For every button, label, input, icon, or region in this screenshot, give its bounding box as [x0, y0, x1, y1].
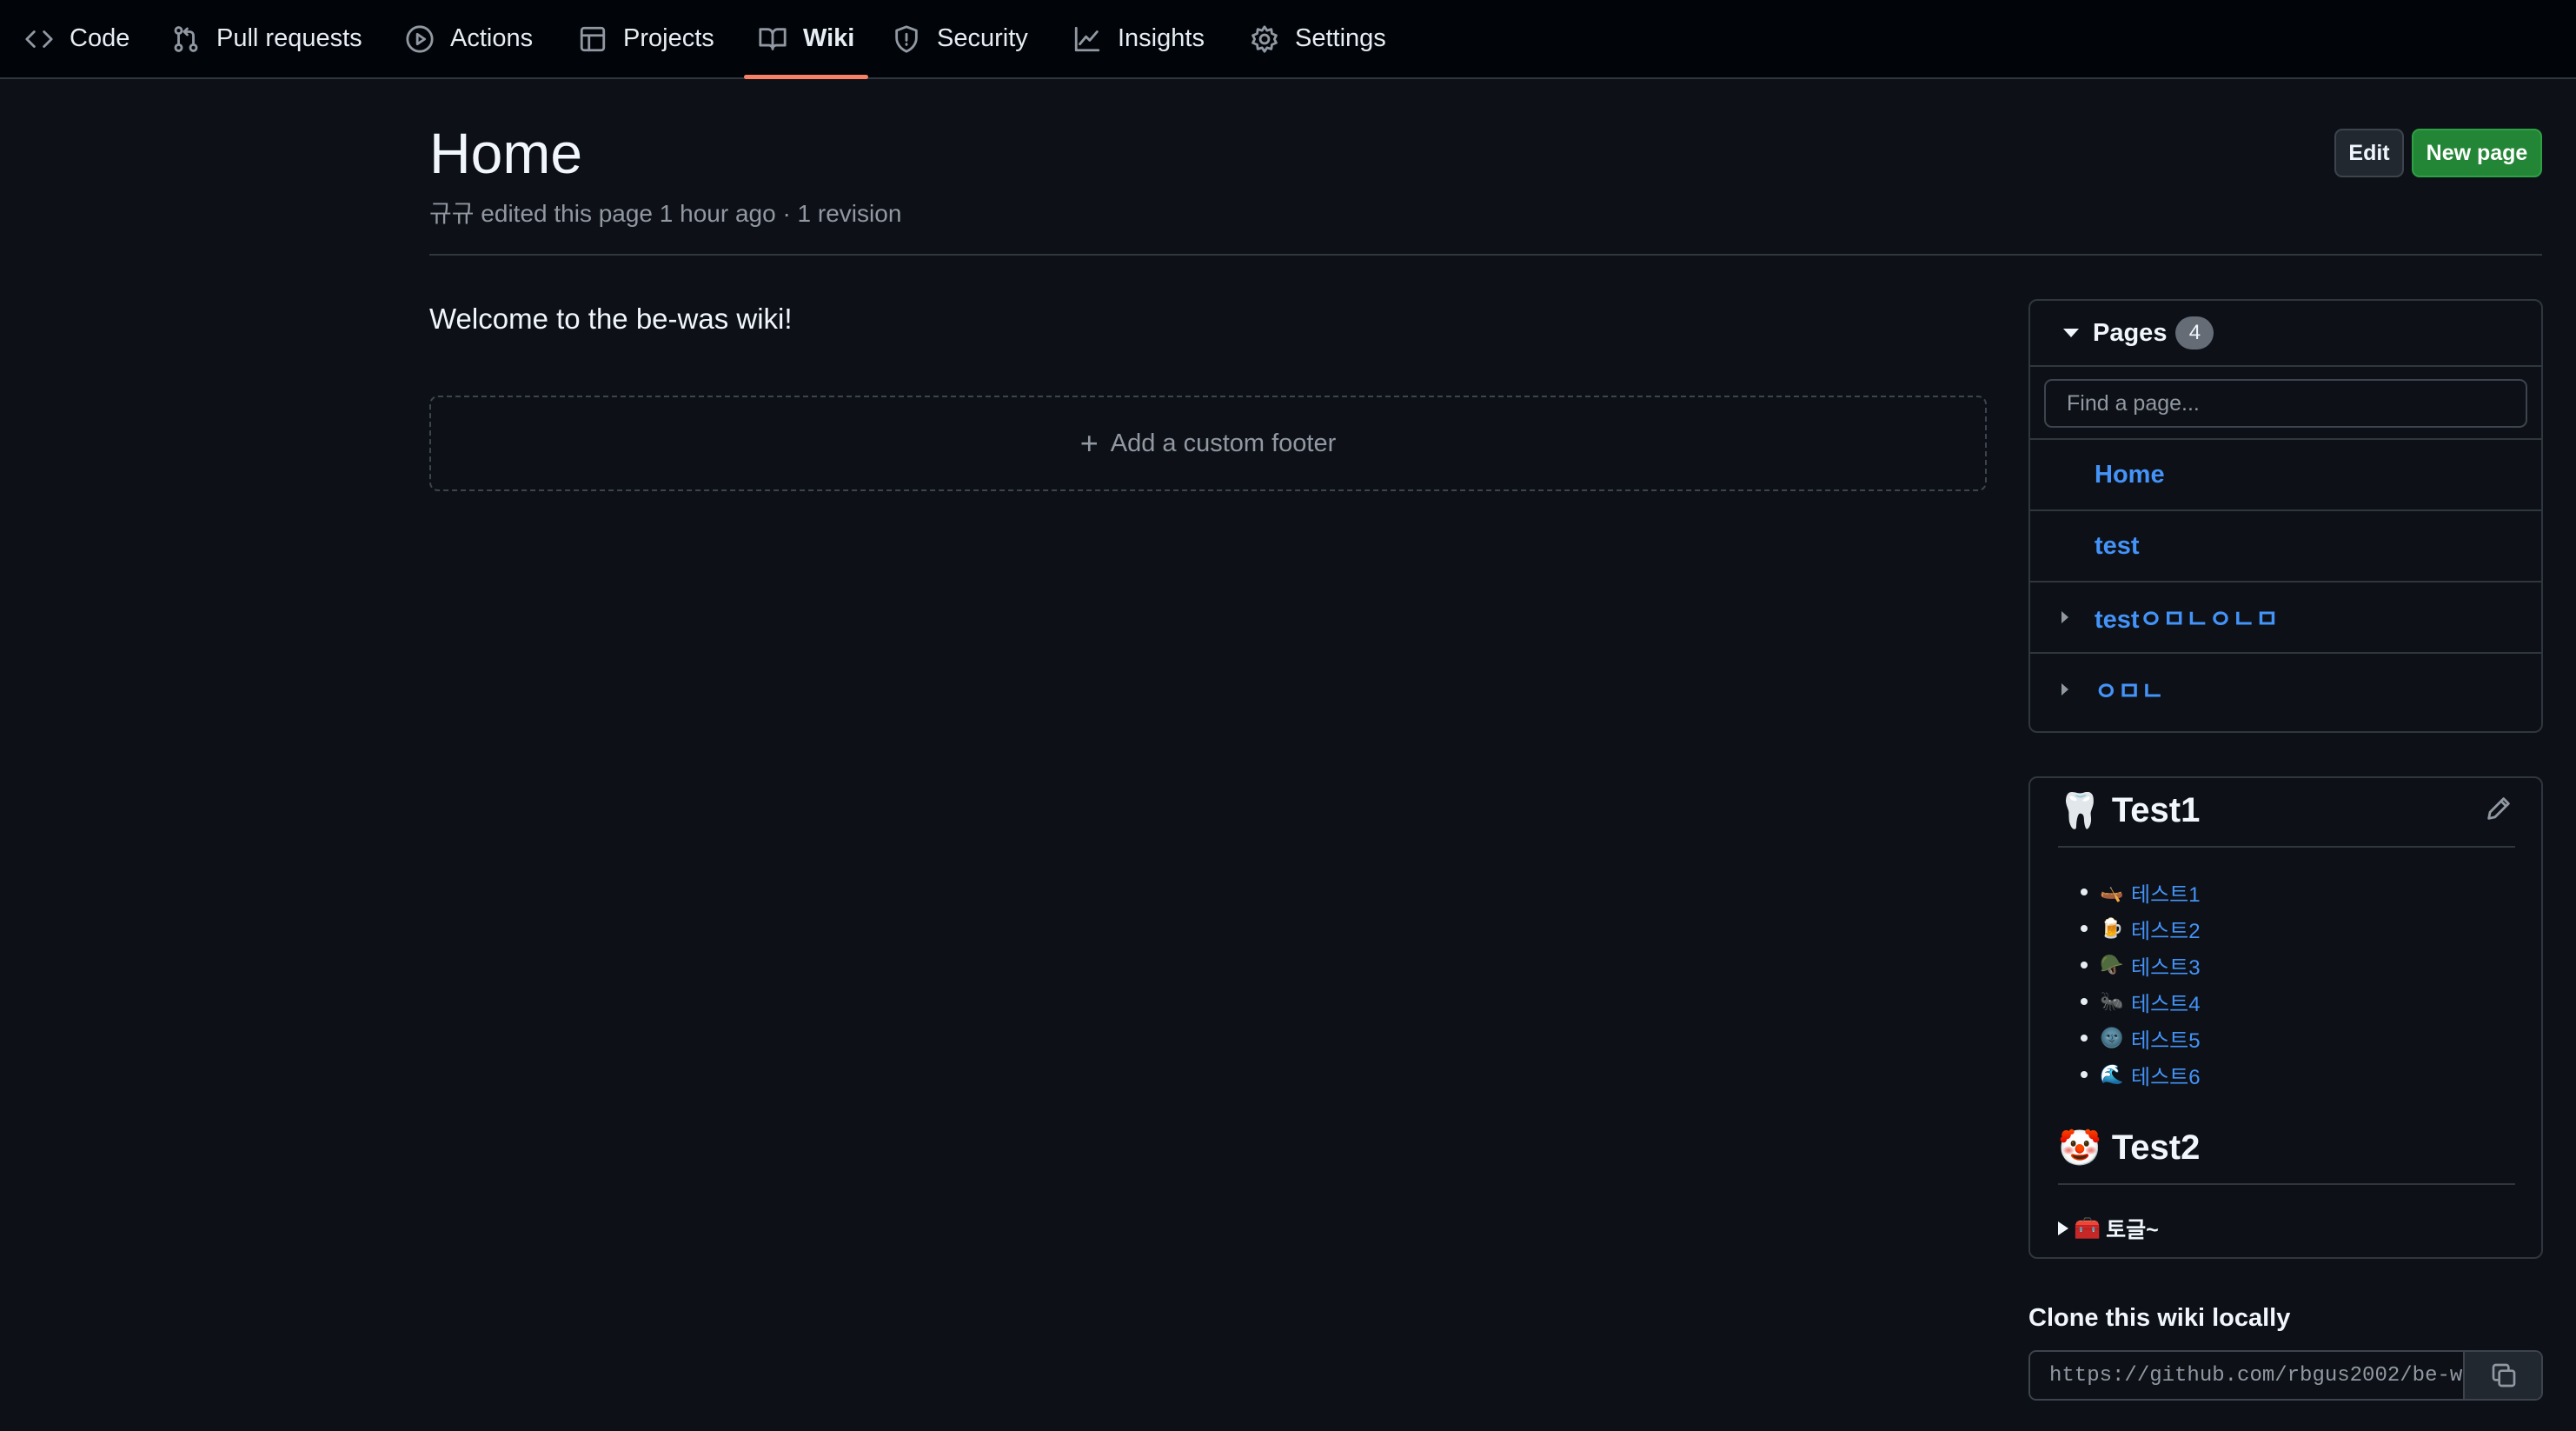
clone-title: Clone this wiki locally	[2028, 1304, 2291, 1332]
beer-emoji-icon: 🍺	[2100, 917, 2124, 939]
sidebar-link[interactable]: 테스트1	[2131, 877, 2201, 908]
tab-label: Settings	[1295, 24, 1386, 52]
copy-icon	[2492, 1363, 2516, 1388]
toggle-label: 토글~	[2106, 1218, 2159, 1242]
tooth-emoji-icon: 🦷	[2058, 792, 2101, 830]
edit-sidebar-pencil-icon[interactable]	[2484, 794, 2513, 823]
canoe-emoji-icon: 🛶	[2100, 881, 2124, 902]
page-item-test-korean: testㅇㅁㄴㅇㄴㅁ	[2030, 582, 2541, 654]
tab-wiki[interactable]: Wiki	[743, 0, 869, 79]
tab-label: Security	[937, 24, 1028, 52]
page-title: Home	[429, 121, 583, 185]
ant-emoji-icon: 🐜	[2100, 990, 2124, 1012]
tab-label: Insights	[1118, 24, 1205, 52]
find-page-input[interactable]	[2044, 379, 2527, 428]
tab-label: Wiki	[803, 24, 855, 52]
sidebar-heading-divider	[2058, 846, 2515, 848]
pages-panel: Pages 4 Home test testㅇㅁㄴㅇㄴㅁ ㅇㅁㄴ	[2028, 299, 2543, 733]
page-item-test: test	[2030, 511, 2541, 582]
page-item-korean: ㅇㅁㄴ	[2030, 654, 2541, 725]
sidebar-heading-divider	[2058, 1183, 2515, 1185]
gear-icon	[1251, 24, 1278, 53]
page-link[interactable]: ㅇㅁㄴ	[2095, 671, 2164, 708]
tab-label: Projects	[623, 24, 714, 52]
tab-security[interactable]: Security	[892, 0, 1028, 77]
list-item: 🪖 테스트3	[2081, 947, 2201, 983]
book-icon	[759, 27, 787, 50]
tab-projects[interactable]: Projects	[578, 0, 714, 77]
sidebar-link[interactable]: 테스트3	[2131, 950, 2201, 981]
pull-request-icon	[174, 25, 198, 52]
sidebar-link[interactable]: 테스트5	[2131, 1023, 2201, 1054]
page-meta: 규규 edited this page 1 hour ago · 1 revis…	[429, 200, 902, 227]
plus-icon: +	[1079, 425, 1099, 461]
new-page-button[interactable]: New page	[2412, 129, 2542, 177]
clone-url-input[interactable]	[2030, 1352, 2465, 1399]
sidebar-toggle-details[interactable]: 🧰 토글~	[2058, 1213, 2159, 1244]
clown-emoji-icon: 🤡	[2058, 1129, 2101, 1168]
tab-settings[interactable]: Settings	[1250, 0, 1386, 77]
code-icon	[25, 30, 53, 48]
tab-code[interactable]: Code	[24, 0, 129, 77]
moon-emoji-icon: 🌚	[2100, 1027, 2124, 1048]
sidebar-heading-test2: 🤡 Test2	[2058, 1128, 2200, 1168]
expand-caret-icon[interactable]	[2061, 611, 2068, 623]
pages-toggle[interactable]: Pages 4	[2030, 301, 2541, 365]
page-link[interactable]: Home	[2095, 461, 2165, 489]
list-item: 🌚 테스트5	[2081, 1020, 2201, 1056]
tab-actions[interactable]: Actions	[405, 0, 533, 77]
play-icon	[406, 24, 434, 53]
tab-label: Pull requests	[216, 24, 362, 52]
add-footer-button[interactable]: + Add a custom footer	[429, 396, 1987, 491]
custom-sidebar: 🦷 Test1 🛶 테스트1 🍺 테스트2 🪖 테스트3 🐜 테스트4 🌚 테스트5 🌊 테…	[2028, 776, 2543, 1259]
sidebar-heading-test1: 🦷 Test1	[2058, 790, 2200, 831]
tab-insights[interactable]: Insights	[1072, 0, 1205, 77]
repo-nav: Code Pull requests Actions Projects Wiki…	[0, 0, 2576, 79]
clone-url-group	[2028, 1350, 2543, 1401]
list-item: 🌊 테스트6	[2081, 1056, 2201, 1093]
pages-search-container	[2030, 365, 2541, 440]
list-item: 🍺 테스트2	[2081, 910, 2201, 947]
header-divider	[429, 254, 2542, 256]
tab-label: Code	[70, 24, 130, 52]
wave-emoji-icon: 🌊	[2100, 1063, 2124, 1085]
expand-caret-icon[interactable]	[2061, 683, 2068, 696]
list-item: 🛶 테스트1	[2081, 874, 2201, 910]
helmet-emoji-icon: 🪖	[2100, 954, 2124, 975]
copy-button[interactable]	[2465, 1352, 2541, 1399]
wiki-content: Welcome to the be-was wiki!	[429, 303, 793, 335]
sidebar-heading-text: Test2	[2111, 1128, 2201, 1167]
tab-label: Actions	[450, 24, 534, 52]
pages-count-badge: 4	[2175, 316, 2214, 349]
graph-icon	[1074, 26, 1100, 51]
page-link[interactable]: test	[2095, 532, 2140, 561]
edit-button[interactable]: Edit	[2334, 129, 2404, 177]
caret-down-icon	[2063, 329, 2079, 337]
sidebar-link[interactable]: 테스트4	[2131, 987, 2201, 1017]
list-item: 🐜 테스트4	[2081, 983, 2201, 1020]
page-item-home: Home	[2030, 440, 2541, 511]
sidebar-heading-text: Test1	[2111, 791, 2201, 829]
sidebar-link[interactable]: 테스트2	[2131, 914, 2201, 944]
toolbox-emoji-icon: 🧰	[2074, 1215, 2101, 1241]
sidebar-link[interactable]: 테스트6	[2131, 1060, 2201, 1090]
tab-pull-requests[interactable]: Pull requests	[171, 0, 362, 77]
shield-icon	[895, 24, 918, 53]
sidebar-link-list: 🛶 테스트1 🍺 테스트2 🪖 테스트3 🐜 테스트4 🌚 테스트5 🌊 테스트6	[2081, 874, 2201, 1093]
pages-title: Pages	[2093, 318, 2168, 347]
page-link[interactable]: testㅇㅁㄴㅇㄴㅁ	[2095, 599, 2279, 636]
add-footer-label: Add a custom footer	[1110, 429, 1337, 457]
triangle-right-icon	[2058, 1221, 2068, 1235]
table-icon	[580, 26, 606, 51]
